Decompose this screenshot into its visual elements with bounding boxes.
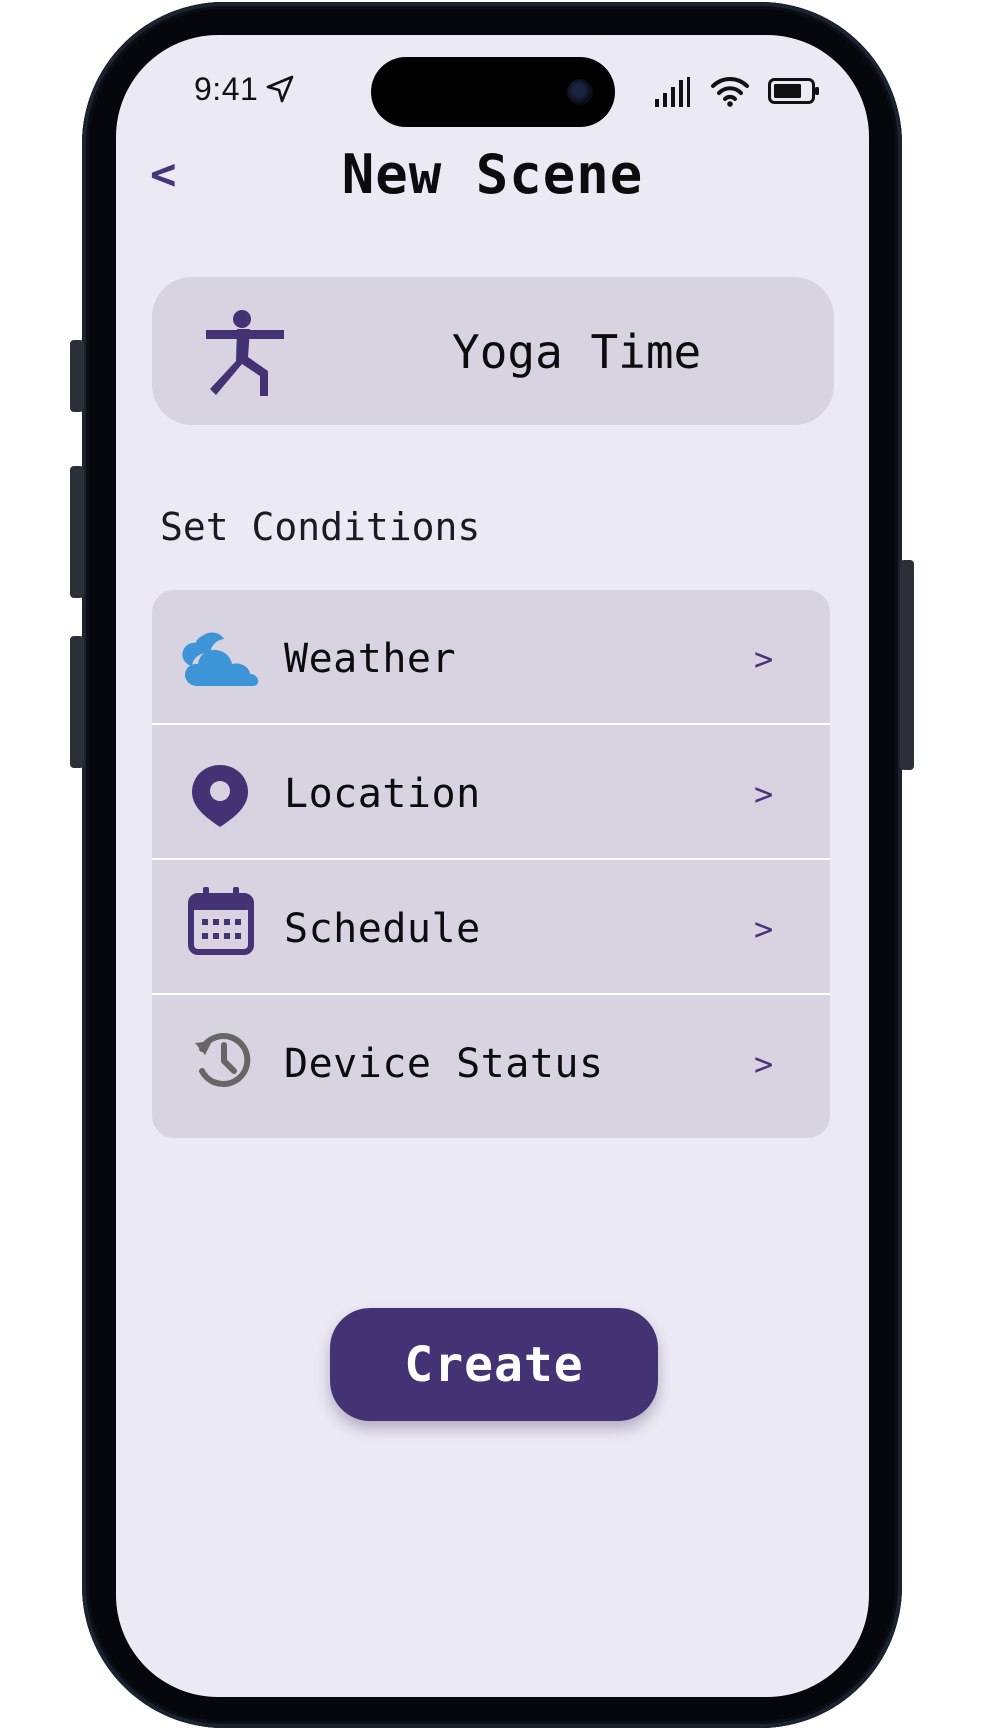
condition-weather[interactable]: Weather > xyxy=(152,590,830,722)
calendar-icon xyxy=(186,886,256,960)
page-title: New Scene xyxy=(341,143,644,206)
dynamic-island xyxy=(371,57,615,127)
status-time: 9:41 xyxy=(194,71,259,107)
power-button xyxy=(900,560,914,770)
battery-icon xyxy=(768,77,820,109)
condition-schedule[interactable]: Schedule > xyxy=(152,860,830,992)
conditions-list: Weather > Location > Schedule > Device S… xyxy=(152,590,830,1138)
scene-name: Yoga Time xyxy=(452,325,702,379)
condition-device-status-label: Device Status xyxy=(284,1041,604,1087)
action-button xyxy=(70,340,84,412)
cellular-signal-icon xyxy=(654,77,690,111)
chevron-right-icon: > xyxy=(754,775,774,813)
condition-location[interactable]: Location > xyxy=(152,725,830,857)
front-camera xyxy=(567,79,593,105)
volume-down-button xyxy=(70,636,84,768)
yoga-pose-icon xyxy=(204,309,288,401)
chevron-right-icon: > xyxy=(754,640,774,678)
history-icon xyxy=(192,1029,252,1093)
location-pin-icon xyxy=(190,763,250,833)
create-button[interactable]: Create xyxy=(330,1308,658,1421)
scene-name-card[interactable]: Yoga Time xyxy=(152,277,834,425)
chevron-right-icon: > xyxy=(754,910,774,948)
condition-schedule-label: Schedule xyxy=(284,906,481,952)
chevron-right-icon: > xyxy=(754,1045,774,1083)
condition-weather-label: Weather xyxy=(284,636,457,682)
wifi-icon xyxy=(710,75,750,111)
condition-device-status[interactable]: Device Status > xyxy=(152,995,830,1127)
section-label-conditions: Set Conditions xyxy=(160,505,481,549)
volume-up-button xyxy=(70,466,84,598)
app-screen: 9:41 < New Scene Yoga Time Set Condition… xyxy=(116,35,869,1697)
condition-location-label: Location xyxy=(284,771,481,817)
location-arrow-icon xyxy=(264,73,296,109)
cloud-icon xyxy=(180,630,260,694)
